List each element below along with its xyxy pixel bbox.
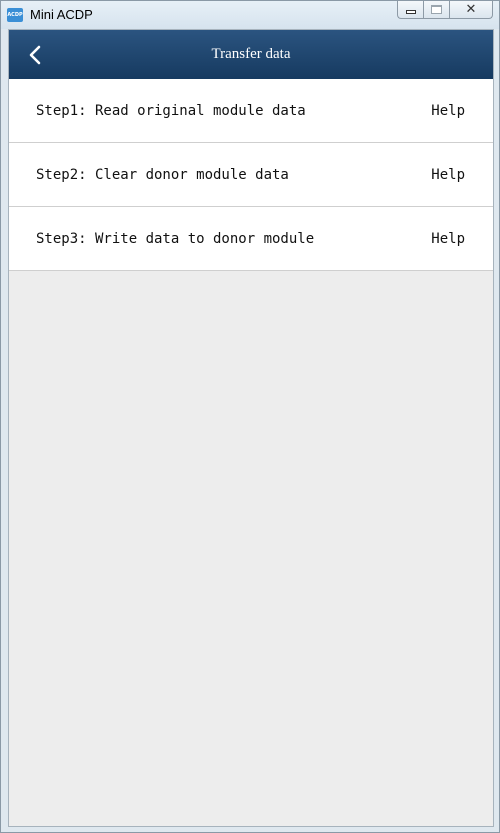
close-button[interactable]: ✕ — [449, 1, 493, 19]
maximize-button[interactable] — [423, 1, 449, 19]
page-title: Transfer data — [211, 46, 291, 62]
maximize-icon — [431, 5, 442, 14]
help-link[interactable]: Help — [431, 79, 465, 143]
app-content: Transfer data Step1: Read original modul… — [8, 29, 494, 827]
minimize-icon — [405, 9, 416, 14]
step-row-1[interactable]: Step1: Read original module data Help — [9, 79, 493, 143]
app-window: ACDP Mini ACDP ✕ Transfer data Step1: Re… — [0, 0, 500, 833]
page-header: Transfer data — [9, 30, 493, 79]
step-label: Step2: Clear donor module data — [36, 167, 289, 183]
chevron-left-icon — [29, 45, 41, 65]
step-label: Step1: Read original module data — [36, 103, 306, 119]
step-row-3[interactable]: Step3: Write data to donor module Help — [9, 207, 493, 271]
window-controls: ✕ — [397, 1, 493, 19]
help-link[interactable]: Help — [431, 207, 465, 271]
minimize-button[interactable] — [397, 1, 423, 19]
back-button[interactable] — [21, 40, 49, 70]
help-link[interactable]: Help — [431, 143, 465, 207]
step-list: Step1: Read original module data Help St… — [9, 79, 493, 271]
step-label: Step3: Write data to donor module — [36, 231, 315, 247]
window-title: Mini ACDP — [30, 7, 93, 22]
step-row-2[interactable]: Step2: Clear donor module data Help — [9, 143, 493, 207]
app-icon: ACDP — [7, 8, 23, 22]
close-icon: ✕ — [465, 2, 477, 17]
window-titlebar[interactable]: ACDP Mini ACDP ✕ — [1, 1, 499, 29]
